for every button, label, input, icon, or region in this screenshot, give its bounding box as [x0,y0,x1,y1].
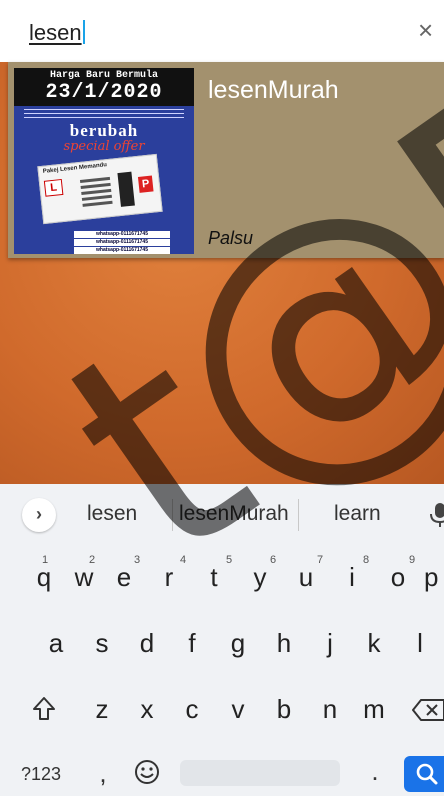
key-m[interactable]: m [356,694,392,725]
key-hint: 8 [363,554,370,566]
space-key[interactable] [180,760,340,786]
key-i[interactable]: i [334,562,370,593]
thumbnail-whatsapp-line: whatsapp-0111671745 [74,239,170,246]
key-j[interactable]: j [312,628,348,659]
emoji-key[interactable] [130,758,164,788]
key-hint: 6 [270,554,277,566]
suggestion-item[interactable]: lesen [87,502,137,526]
result-card[interactable]: Harga Baru Bermula 23/1/2020 berubah spe… [8,62,444,258]
key-v[interactable]: v [220,694,256,725]
key-u[interactable]: u [288,562,324,593]
backspace-icon [412,699,444,721]
probation-plate-icon: P [137,175,154,193]
key-hint: 9 [409,554,416,566]
key-t[interactable]: t [196,562,232,593]
microphone-icon [430,503,444,527]
thumbnail-header-date: 23/1/2020 [45,81,163,104]
voice-input-button[interactable] [430,503,444,527]
chevron-right-icon: › [36,504,42,524]
comma-key[interactable]: , [88,758,118,789]
key-l[interactable]: l [402,628,438,659]
key-r[interactable]: r [151,562,187,593]
symbols-key[interactable]: ?123 [12,764,70,785]
key-hint: 1 [42,554,49,566]
learner-plate-icon: L [43,178,64,197]
thumbnail-headline: berubah [69,121,139,140]
key-h[interactable]: h [266,628,302,659]
thumbnail-price-grid [117,171,135,207]
key-x[interactable]: x [129,694,165,725]
key-f[interactable]: f [174,628,210,659]
thumbnail-tagline: special offer [63,139,145,154]
key-g[interactable]: g [220,628,256,659]
key-c[interactable]: c [174,694,210,725]
key-q[interactable]: q [26,562,62,593]
search-key[interactable] [404,756,444,792]
search-input[interactable]: lesen [29,20,85,46]
thumbnail-price-list [79,174,113,210]
suggestion-item[interactable]: learn [334,502,381,526]
shift-key[interactable] [26,694,62,728]
key-s[interactable]: s [84,628,120,659]
suggestion-item[interactable]: lesenMurah [179,502,289,526]
key-e[interactable]: e [106,562,142,593]
search-bar: lesen × [0,0,444,62]
key-z[interactable]: z [84,694,120,725]
suggestion-divider [298,499,299,531]
period-key[interactable]: . [360,756,390,787]
key-p[interactable]: p [424,562,444,593]
suggestion-divider [172,499,173,531]
thumbnail-header: Harga Baru Bermula 23/1/2020 [14,68,194,106]
result-subtitle: Palsu [208,228,254,248]
search-results-area: Harga Baru Bermula 23/1/2020 berubah spe… [0,62,444,484]
key-a[interactable]: a [38,628,74,659]
backspace-key[interactable] [412,698,444,726]
key-y[interactable]: y [242,562,278,593]
key-hint: 3 [134,554,141,566]
thumbnail-header-line1: Harga Baru Bermula [49,70,159,81]
expand-toolbar-button[interactable]: › [22,498,56,532]
shift-icon [33,697,55,720]
emoji-icon [135,760,159,784]
thumbnail-whatsapp-line: whatsapp-0111671745 [74,231,170,238]
thumbnail-whatsapp-line: whatsapp-0111671745 [74,247,170,254]
close-icon: × [418,15,434,45]
key-hint: 4 [180,554,187,566]
clear-search-button[interactable]: × [418,14,444,46]
key-n[interactable]: n [312,694,348,725]
key-w[interactable]: w [66,562,102,593]
thumbnail-package-title: Pakej Lesen Memandu [42,162,108,175]
key-hint: 5 [226,554,233,566]
key-hint: 2 [89,554,96,566]
text-caret [82,20,85,44]
key-d[interactable]: d [129,628,165,659]
key-k[interactable]: k [356,628,392,659]
key-hint: 7 [317,554,324,566]
key-b[interactable]: b [266,694,302,725]
key-o[interactable]: o [380,562,416,593]
result-thumbnail: Harga Baru Bermula 23/1/2020 berubah spe… [14,68,194,254]
result-title: lesenMurah [208,76,339,104]
thumbnail-package-card: Pakej Lesen Memandu L P [37,153,163,225]
thumbnail-fine-print [14,109,194,118]
search-icon [416,763,438,785]
